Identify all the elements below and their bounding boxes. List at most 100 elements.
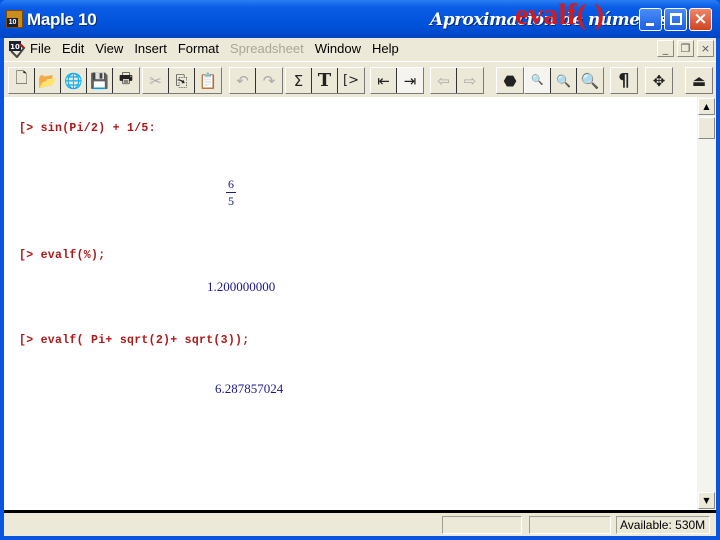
app-title: Maple 10 (27, 10, 97, 29)
forward-arrow-button[interactable]: ⇨ (457, 68, 483, 93)
menu-format[interactable]: Format (178, 41, 219, 56)
menu-bar: 10 File Edit View Insert Format Spreadsheet Wi… (4, 38, 716, 61)
minimize-icon (646, 23, 654, 26)
indent-button[interactable]: ⇥ (397, 68, 423, 93)
maple-window: 10 Maple 10 Aproximación de números eval… (0, 0, 720, 540)
pilcrow-button[interactable]: ¶ (611, 68, 637, 93)
undo-icon: ↶ (236, 71, 249, 90)
back-arrow-button[interactable]: ⇦ (431, 68, 457, 93)
paste-icon: 📋 (198, 71, 218, 90)
zoom-small-icon: 🔍 (531, 75, 544, 86)
cut-button[interactable]: ✂ (143, 68, 169, 93)
svg-text:10: 10 (10, 43, 20, 51)
restart-icon: ⏏ (691, 71, 707, 90)
toolbar-group: ↶ ↷ (229, 67, 283, 94)
maple-app-icon: 10 (6, 10, 23, 28)
zoom-small-button[interactable]: 🔍 (525, 68, 551, 93)
toolbar-group: ⬣ (496, 67, 524, 94)
menu-help[interactable]: Help (372, 41, 399, 56)
doc-restore-button[interactable]: ❐ (677, 40, 694, 57)
execution-group-button[interactable]: [> (338, 68, 364, 93)
redo-button[interactable]: ↷ (256, 68, 282, 93)
move-button[interactable]: ✥ (646, 68, 672, 93)
redo-icon: ↷ (262, 71, 276, 90)
vertical-scrollbar[interactable]: ▲ ▼ (697, 97, 716, 510)
zoom-large-icon: 🔍 (580, 71, 600, 90)
copy-button[interactable]: ⎘ (169, 68, 195, 93)
menu-edit[interactable]: Edit (62, 41, 84, 56)
menu-spreadsheet[interactable]: Spreadsheet (230, 41, 304, 56)
minimize-button[interactable] (639, 8, 662, 31)
zoom-medium-button[interactable]: 🔍 (551, 68, 577, 93)
toolbar-group: ¶ (610, 67, 638, 94)
fraction-denominator: 5 (228, 194, 234, 208)
input-line-2[interactable]: [> evalf(%); (19, 249, 105, 262)
pilcrow-icon: ¶ (618, 70, 630, 91)
doc-close-button[interactable]: × (697, 40, 714, 57)
move-icon: ✥ (652, 71, 666, 90)
print-icon: 🖶 (118, 69, 134, 87)
input-line-1[interactable]: [> sin(Pi/2) + 1/5: (19, 122, 156, 135)
back-arrow-icon: ⇦ (437, 71, 450, 90)
text-input-button[interactable]: T (312, 68, 338, 93)
forward-arrow-icon: ⇨ (463, 71, 477, 90)
output-line-2: 1.200000000 (207, 279, 276, 294)
input-line-3[interactable]: [> evalf( Pi+ sqrt(2)+ sqrt(3)); (19, 334, 249, 347)
output-line-3: 6.287857024 (215, 381, 284, 396)
fraction-bar (226, 192, 236, 193)
zoom-large-button[interactable]: 🔍 (577, 68, 603, 93)
toolbar-group: Σ T [> (285, 67, 365, 94)
close-button[interactable]: × (689, 8, 712, 31)
copy-icon: ⎘ (175, 71, 188, 90)
save-button[interactable]: 💾 (87, 68, 113, 93)
toolbar-group: ⇤ ⇥ (370, 67, 424, 94)
open-folder-button[interactable]: 📂 (35, 68, 61, 93)
document-window-controls: _ ❐ × (654, 40, 714, 57)
paste-button[interactable]: 📋 (195, 68, 221, 93)
print-button[interactable]: 🖶 (113, 68, 139, 93)
undo-button[interactable]: ↶ (230, 68, 256, 93)
maximize-button[interactable] (664, 8, 687, 31)
new-document-button[interactable]: 🗋 (9, 68, 35, 93)
outdent-icon: ⇤ (377, 71, 390, 90)
close-icon: × (693, 9, 708, 29)
output-fraction: 6 5 (225, 177, 237, 208)
toolbar-group: ⇦ ⇨ (430, 67, 484, 94)
open-url-icon: 🌐 (64, 71, 83, 90)
toolbar-group: ⏏ (685, 67, 713, 94)
stop-button[interactable]: ⬣ (497, 68, 523, 93)
scroll-thumb[interactable] (698, 117, 715, 139)
open-url-button[interactable]: 🌐 (61, 68, 87, 93)
scroll-down-button[interactable]: ▼ (698, 492, 715, 509)
menu-file[interactable]: File (30, 41, 51, 56)
status-panel-2 (529, 516, 611, 534)
memory-status: Available: 530M (616, 516, 710, 534)
indent-icon: ⇥ (403, 71, 417, 90)
menu-view[interactable]: View (95, 41, 123, 56)
outdent-button[interactable]: ⇤ (371, 68, 397, 93)
fraction-numerator: 6 (228, 177, 234, 191)
document-icon[interactable]: 10 (8, 40, 26, 58)
toolbar-group: 🔍 🔍 🔍 (524, 67, 604, 94)
stop-icon: ⬣ (503, 71, 517, 90)
execution-group-icon: [> (343, 73, 359, 88)
maximize-icon (670, 13, 682, 25)
text-input-icon: T (317, 70, 332, 91)
restart-button[interactable]: ⏏ (686, 68, 712, 93)
menu-window[interactable]: Window (315, 41, 361, 56)
cut-icon: ✂ (149, 71, 162, 90)
toolbar: 🗋 📂 🌐 💾 🖶 ✂ ⎘ 📋 ↶ ↷ Σ T [> ⇤ ⇥ ⇦ ⇨ ⬣ 🔍 🔍 🔍 ¶ ✥ ⏏ (4, 61, 716, 97)
toolbar-group: ✥ (645, 67, 673, 94)
math-input-button[interactable]: Σ (286, 68, 312, 93)
title-bar[interactable]: 10 Maple 10 Aproximación de números eval… (0, 0, 720, 38)
slide-overlay-title: evalf( ) (515, 0, 605, 31)
doc-minimize-button[interactable]: _ (657, 40, 674, 57)
status-bar: Available: 530M (4, 513, 716, 536)
menu-insert[interactable]: Insert (134, 41, 167, 56)
worksheet[interactable]: [> sin(Pi/2) + 1/5: 6 5 [> evalf(%); 1.2… (4, 97, 697, 510)
new-document-icon: 🗋 (15, 69, 28, 87)
math-input-icon: Σ (293, 71, 304, 90)
scroll-up-button[interactable]: ▲ (698, 98, 715, 115)
menu-items: File Edit View Insert Format Spreadsheet Windo… (30, 41, 410, 56)
zoom-medium-icon: 🔍 (556, 73, 571, 88)
